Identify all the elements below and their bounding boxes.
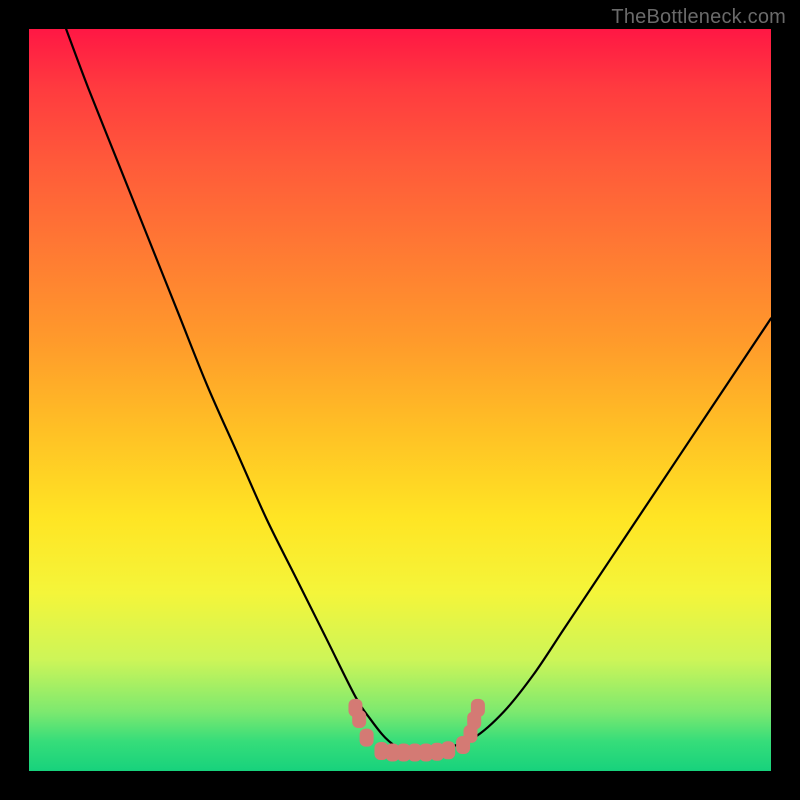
bottleneck-curve [66,29,771,753]
watermark-text: TheBottleneck.com [611,6,786,29]
chart-frame: TheBottleneck.com [0,0,800,800]
chart-svg [29,29,771,771]
bottleneck-markers [348,699,484,762]
marker-left-cluster-3 [360,729,374,747]
plot-area [29,29,771,771]
marker-bottom-7 [441,741,455,759]
marker-left-cluster-2 [352,710,366,728]
marker-right-cluster-4 [471,699,485,717]
